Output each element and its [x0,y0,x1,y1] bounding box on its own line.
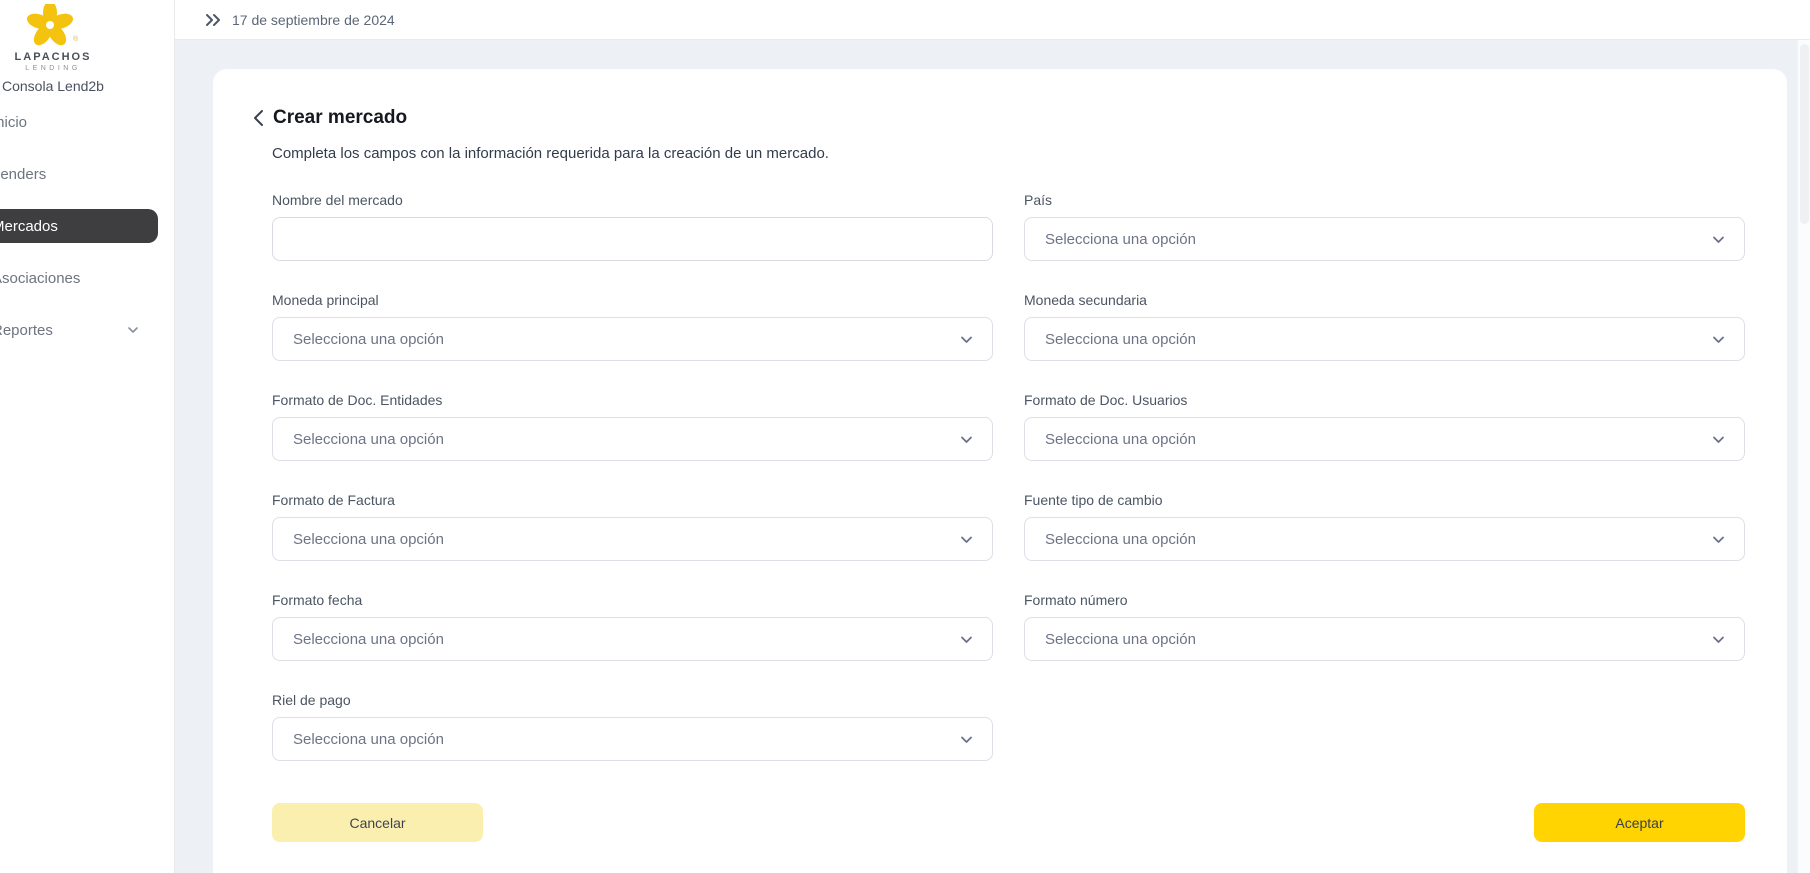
field-formato-doc-entidades: Formato de Doc. Entidades Selecciona una… [272,392,993,461]
brand-wordmark-sub: LENDING [25,65,81,72]
field-pais: País Selecciona una opción [1024,192,1745,261]
field-formato-doc-usuarios: Formato de Doc. Usuarios Selecciona una … [1024,392,1745,461]
select-placeholder: Selecciona una opción [1045,430,1196,448]
formato-numero-select[interactable]: Selecciona una opción [1024,617,1745,661]
field-label: Moneda secundaria [1024,292,1147,308]
field-moneda-principal: Moneda principal Selecciona una opción [272,292,993,361]
field-riel-de-pago: Riel de pago Selecciona una opción [272,692,993,761]
sidebar-nav: Inicio Lenders Mercados Asociaciones Rep… [0,105,174,347]
sidebar-expand-icon[interactable] [205,12,222,28]
field-label: Nombre del mercado [272,192,403,208]
title-row: Crear mercado [253,107,1745,129]
current-date: 17 de septiembre de 2024 [232,12,395,28]
console-name: Consola Lend2b [2,78,104,94]
field-moneda-secundaria: Moneda secundaria Selecciona una opción [1024,292,1745,361]
cancel-button[interactable]: Cancelar [272,803,483,842]
formato-fecha-select[interactable]: Selecciona una opción [272,617,993,661]
sidebar-item-reportes[interactable]: Reportes [0,313,158,347]
field-formato-numero: Formato número Selecciona una opción [1024,592,1745,661]
vertical-scrollbar[interactable] [1797,40,1810,873]
formato-doc-entidades-select[interactable]: Selecciona una opción [272,417,993,461]
back-chevron-icon[interactable] [253,109,273,127]
topbar: 17 de septiembre de 2024 [175,0,1810,40]
nombre-del-mercado-input[interactable] [272,217,993,261]
select-placeholder: Selecciona una opción [1045,530,1196,548]
svg-text:®: ® [73,35,79,43]
sidebar-item-asociaciones[interactable]: Asociaciones [0,261,158,295]
sidebar-item-inicio[interactable]: Inicio [0,105,158,139]
sidebar-item-label: Reportes [0,321,53,339]
select-placeholder: Selecciona una opción [1045,230,1196,248]
field-label: Formato de Doc. Usuarios [1024,392,1188,408]
formato-doc-usuarios-select[interactable]: Selecciona una opción [1024,417,1745,461]
field-label: Riel de pago [272,692,351,708]
chevron-down-icon [961,536,972,543]
formato-factura-select[interactable]: Selecciona una opción [272,517,993,561]
riel-de-pago-select[interactable]: Selecciona una opción [272,717,993,761]
create-market-card: Crear mercado Completa los campos con la… [213,69,1787,873]
sidebar-item-lenders[interactable]: Lenders [0,157,158,191]
field-label: País [1024,192,1053,208]
page-subtitle: Completa los campos con la información r… [272,145,829,162]
create-market-form: Nombre del mercado País Selecciona una o… [272,192,1745,761]
breadcrumb: 17 de septiembre de 2024 [205,0,395,40]
pais-select[interactable]: Selecciona una opción [1024,217,1745,261]
brand-wordmark: LAPACHOS [14,51,92,63]
chevron-down-icon [961,336,972,343]
field-label: Formato fecha [272,592,363,608]
field-fuente-tipo-cambio: Fuente tipo de cambio Selecciona una opc… [1024,492,1745,561]
sidebar-item-label: Mercados [0,217,58,235]
chevron-down-icon [1713,536,1724,543]
fuente-tipo-cambio-select[interactable]: Selecciona una opción [1024,517,1745,561]
chevron-down-icon [961,636,972,643]
field-formato-fecha: Formato fecha Selecciona una opción [272,592,993,661]
scrollbar-thumb[interactable] [1800,44,1809,224]
sidebar-item-label: Inicio [0,113,28,131]
field-label: Moneda principal [272,292,379,308]
select-placeholder: Selecciona una opción [293,730,444,748]
chevron-down-icon [126,323,140,337]
select-placeholder: Selecciona una opción [293,330,444,348]
accept-button[interactable]: Aceptar [1534,803,1745,842]
chevron-down-icon [961,436,972,443]
field-formato-factura: Formato de Factura Selecciona una opción [272,492,993,561]
chevron-down-icon [961,736,972,743]
select-placeholder: Selecciona una opción [293,630,444,648]
chevron-down-icon [1713,336,1724,343]
field-label: Formato de Doc. Entidades [272,392,443,408]
select-placeholder: Selecciona una opción [293,430,444,448]
field-label: Formato número [1024,592,1128,608]
form-actions: Cancelar Aceptar [272,803,1745,842]
chevron-down-icon [1713,236,1724,243]
select-placeholder: Selecciona una opción [293,530,444,548]
chevron-down-icon [1713,636,1724,643]
moneda-principal-select[interactable]: Selecciona una opción [272,317,993,361]
sidebar-item-mercados[interactable]: Mercados [0,209,158,243]
select-placeholder: Selecciona una opción [1045,630,1196,648]
field-label: Fuente tipo de cambio [1024,492,1163,508]
brand-logo-block: ® LAPACHOS LENDING Consola Lend2b [0,0,146,94]
moneda-secundaria-select[interactable]: Selecciona una opción [1024,317,1745,361]
page-title: Crear mercado [273,107,408,128]
field-label: Formato de Factura [272,492,395,508]
chevron-down-icon [1713,436,1724,443]
sidebar-item-label: Lenders [0,165,47,183]
sidebar: ® LAPACHOS LENDING Consola Lend2b Inicio… [0,0,175,873]
lapachos-flower-icon: ® [26,4,79,46]
sidebar-item-label: Asociaciones [0,269,81,287]
select-placeholder: Selecciona una opción [1045,330,1196,348]
field-nombre-del-mercado: Nombre del mercado [272,192,993,261]
